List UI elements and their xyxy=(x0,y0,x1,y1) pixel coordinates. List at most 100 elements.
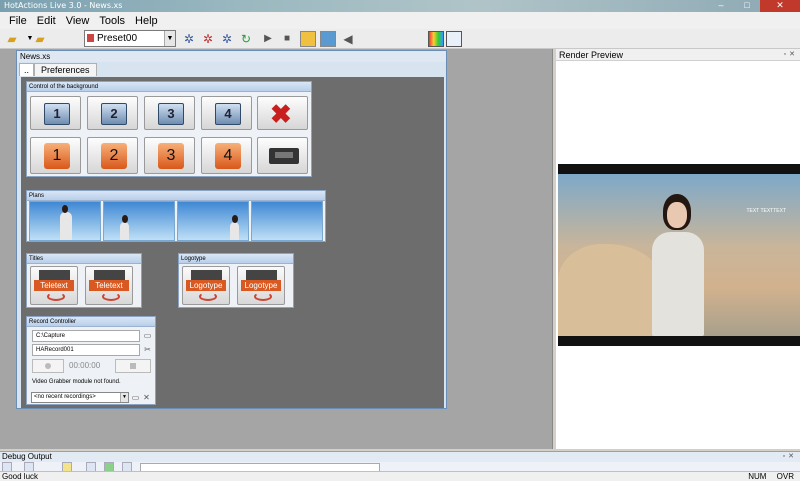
debug-output-title: Debug Output xyxy=(2,452,52,461)
delete-icon[interactable]: ✕ xyxy=(142,393,151,402)
stop-square-icon xyxy=(130,363,136,369)
chevron-down-icon[interactable]: ▼ xyxy=(120,393,128,402)
capture-path-row: C:\Capture ▭ xyxy=(32,330,152,342)
render-preview-header: Render Preview ▫✕ xyxy=(556,49,800,61)
menu-view[interactable]: View xyxy=(66,15,90,27)
save-folder-icon[interactable]: ▰ xyxy=(32,31,48,47)
panel-title: Plans xyxy=(27,191,325,201)
teletext-label: Teletext xyxy=(34,280,74,291)
background-film-button-1[interactable]: 1 xyxy=(30,96,81,130)
panel-title: Control of the background xyxy=(27,82,311,92)
close-button[interactable]: ✕ xyxy=(760,0,800,12)
status-indicators: NUM OVR xyxy=(740,472,794,481)
menu-bar: File Edit View Tools Help xyxy=(0,12,800,29)
tab-parent[interactable]: .. xyxy=(19,63,35,76)
grabber-status-message: Video Grabber module not found. xyxy=(32,379,121,385)
record-filename-field[interactable]: HARecord001 xyxy=(32,344,140,356)
logotype-button-2[interactable]: Logotype xyxy=(237,266,285,305)
layout-colorbars-icon[interactable] xyxy=(428,31,444,47)
swirl-icon xyxy=(102,292,120,301)
film-icon: 4 xyxy=(215,103,241,125)
number-icon: 1 xyxy=(44,143,70,169)
pane-controls-icon[interactable]: ▫✕ xyxy=(784,49,798,61)
plan-thumbnail-3[interactable] xyxy=(177,201,249,241)
play-icon[interactable]: ▶ xyxy=(260,31,276,47)
capture-path-field[interactable]: C:\Capture xyxy=(32,330,140,342)
plan-thumbnail-1[interactable] xyxy=(29,201,101,241)
color-bars-icon[interactable] xyxy=(300,31,316,47)
panel-title: Record Controller xyxy=(27,317,155,327)
status-message: Good luck xyxy=(2,472,39,481)
recent-recordings-value: <no recent recordings> xyxy=(34,394,96,400)
chevron-down-icon[interactable]: ▼ xyxy=(164,31,175,46)
document-window: News.xs .. Preferences Control of the ba… xyxy=(16,50,447,409)
menu-file[interactable]: File xyxy=(9,15,27,27)
number-icon: 3 xyxy=(158,143,184,169)
window-controls: – □ ✕ xyxy=(708,0,800,12)
background-film-button-2[interactable]: 2 xyxy=(87,96,138,130)
presenter-figure xyxy=(120,215,129,240)
preset-select[interactable]: Preset00 ▼ xyxy=(84,30,176,47)
video-tape-icon xyxy=(269,148,299,164)
stop-record-button[interactable] xyxy=(115,359,151,373)
preset-icon xyxy=(87,34,94,42)
document-canvas: Control of the background 1 2 3 4 ✖ 1 2 xyxy=(21,77,444,408)
minimize-button[interactable]: – xyxy=(708,0,734,12)
recent-recordings-select[interactable]: <no recent recordings> ▼ xyxy=(31,392,129,403)
layout-split-icon[interactable] xyxy=(446,31,462,47)
red-x-icon: ✖ xyxy=(270,99,292,129)
teletext-label: Teletext xyxy=(89,280,129,291)
open-folder-icon[interactable]: ▰ xyxy=(4,31,20,47)
teletext-button-1[interactable]: Teletext xyxy=(30,266,78,305)
refresh-icon[interactable]: ↻ xyxy=(238,31,254,47)
tab-preferences[interactable]: Preferences xyxy=(34,63,97,76)
swirl-icon xyxy=(199,292,217,301)
menu-help[interactable]: Help xyxy=(135,15,158,27)
logotype-button-1[interactable]: Logotype xyxy=(182,266,230,305)
num-lock-indicator: NUM xyxy=(748,472,767,481)
folder-icon[interactable]: ▭ xyxy=(143,331,152,340)
presenter-face xyxy=(667,202,687,228)
speaker-icon[interactable]: ◀ xyxy=(340,31,356,47)
record-button[interactable] xyxy=(32,359,64,373)
menu-edit[interactable]: Edit xyxy=(37,15,56,27)
record-timer: 00:00:00 xyxy=(69,361,101,370)
background-number-button-3[interactable]: 3 xyxy=(144,137,195,174)
tools-icon[interactable]: ✂ xyxy=(143,345,152,354)
swirl-icon xyxy=(254,292,272,301)
image-icon[interactable] xyxy=(320,31,336,47)
overwrite-indicator: OVR xyxy=(776,472,794,481)
background-film-button-4[interactable]: 4 xyxy=(201,96,252,130)
menu-tools[interactable]: Tools xyxy=(99,15,125,27)
background-film-button-3[interactable]: 3 xyxy=(144,96,195,130)
debug-output-pane: Debug Output ▫✕ xyxy=(0,451,800,472)
presenter-figure xyxy=(230,215,239,240)
film-icon: 1 xyxy=(44,103,70,125)
titles-panel: Titles Teletext Teletext xyxy=(26,253,142,308)
status-bar: Good luck NUM OVR xyxy=(0,471,800,481)
toolbar: ▰ ▼ ▰ Preset00 ▼ ✲ ✲ ✲ ↻ ▶ ■ ◀ xyxy=(0,29,800,49)
background-number-button-1[interactable]: 1 xyxy=(30,137,81,174)
render-preview-screen: TEXT TEXTTEXT xyxy=(558,164,800,346)
film-icon: 2 xyxy=(101,103,127,125)
preset-value: Preset00 xyxy=(97,33,138,44)
panel-title: Logotype xyxy=(179,254,293,264)
plan-thumbnail-2[interactable] xyxy=(103,201,175,241)
remove-gears-icon[interactable]: ✲ xyxy=(200,31,216,47)
plan-thumbnail-4[interactable] xyxy=(251,201,323,241)
open-recording-icon[interactable]: ▭ xyxy=(131,393,140,402)
pane-controls-icon[interactable]: ▫✕ xyxy=(783,452,797,462)
logotype-panel: Logotype Logotype Logotype xyxy=(178,253,294,308)
maximize-button[interactable]: □ xyxy=(734,0,760,12)
gear-icon[interactable]: ✲ xyxy=(219,31,235,47)
logotype-label: Logotype xyxy=(186,280,226,291)
record-controller-panel: Record Controller C:\Capture ▭ HARecord0… xyxy=(26,316,156,405)
background-number-button-4[interactable]: 4 xyxy=(201,137,252,174)
stop-icon[interactable]: ■ xyxy=(279,31,295,47)
video-tape-button[interactable] xyxy=(257,137,308,174)
debug-output-header: Debug Output ▫✕ xyxy=(0,452,800,462)
teletext-button-2[interactable]: Teletext xyxy=(85,266,133,305)
background-number-button-2[interactable]: 2 xyxy=(87,137,138,174)
clear-background-button[interactable]: ✖ xyxy=(257,96,308,130)
settings-gears-icon[interactable]: ✲ xyxy=(181,31,197,47)
